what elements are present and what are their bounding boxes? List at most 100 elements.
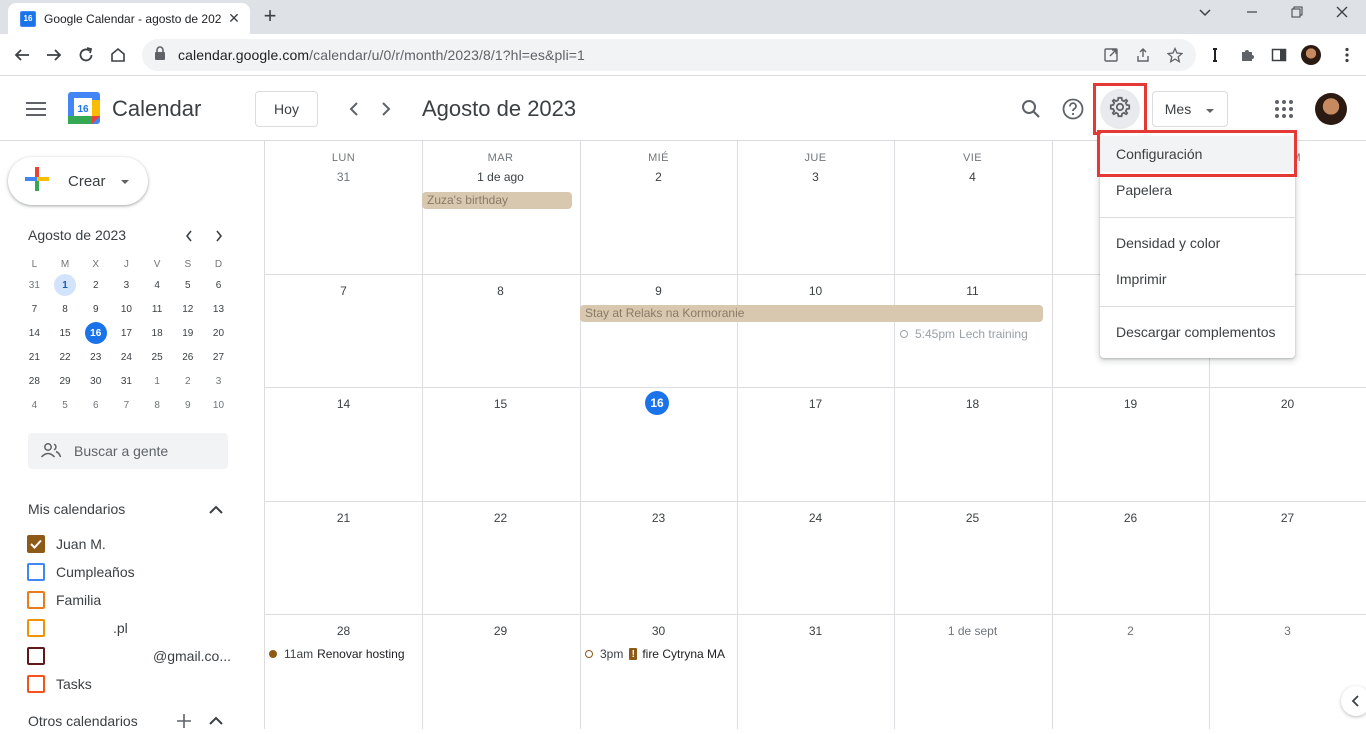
help-icon[interactable] bbox=[1061, 97, 1085, 121]
profile-avatar-icon[interactable] bbox=[1301, 45, 1321, 65]
event-zuza-birthday[interactable]: Zuza's birthday bbox=[422, 192, 572, 209]
mini-day[interactable]: 25 bbox=[142, 345, 173, 369]
calendar-logo[interactable]: 16 bbox=[68, 92, 100, 124]
day-number[interactable]: 10 bbox=[737, 284, 894, 298]
side-panel-icon[interactable] bbox=[1269, 45, 1289, 65]
calendar-item[interactable]: .pl bbox=[27, 617, 128, 639]
my-calendars-title[interactable]: Mis calendarios bbox=[28, 501, 125, 517]
main-menu-icon[interactable] bbox=[22, 97, 50, 121]
mini-day[interactable]: 27 bbox=[203, 345, 234, 369]
calendar-checkbox[interactable] bbox=[27, 675, 45, 693]
event-renovar-hosting[interactable]: 11am Renovar hosting bbox=[269, 645, 419, 663]
mini-day[interactable]: 5 bbox=[50, 393, 81, 417]
collapse-chevron-up-icon[interactable] bbox=[208, 713, 224, 729]
mini-day[interactable]: 2 bbox=[80, 273, 111, 297]
forward-icon[interactable] bbox=[41, 42, 67, 68]
day-number[interactable]: 11 bbox=[894, 284, 1051, 298]
extension-i-icon[interactable] bbox=[1205, 45, 1225, 65]
share-icon[interactable] bbox=[1134, 46, 1152, 64]
menu-item-imprimir[interactable]: Imprimir bbox=[1100, 261, 1295, 297]
back-icon[interactable] bbox=[9, 42, 35, 68]
minimize-icon[interactable] bbox=[1240, 4, 1264, 28]
close-tab-icon[interactable]: ✕ bbox=[226, 10, 242, 27]
day-number[interactable]: 3 bbox=[1209, 624, 1366, 638]
mini-day[interactable]: 8 bbox=[142, 393, 173, 417]
calendar-item[interactable]: Familia bbox=[27, 589, 101, 611]
mini-day[interactable]: 1 bbox=[142, 369, 173, 393]
mini-day[interactable]: 23 bbox=[80, 345, 111, 369]
day-number[interactable]: 8 bbox=[422, 284, 579, 298]
day-number[interactable]: 2 bbox=[1052, 624, 1209, 638]
event-relaks-stay[interactable]: Stay at Relaks na Kormoranie bbox=[580, 305, 1043, 322]
mini-day[interactable]: 4 bbox=[19, 393, 50, 417]
other-calendars-title[interactable]: Otros calendarios bbox=[28, 713, 138, 729]
mini-day[interactable]: 6 bbox=[80, 393, 111, 417]
day-number[interactable]: 18 bbox=[894, 397, 1051, 411]
day-number[interactable]: 1 de ago bbox=[422, 170, 579, 184]
mini-day[interactable]: 5 bbox=[172, 273, 203, 297]
account-avatar[interactable] bbox=[1315, 93, 1347, 125]
mini-previous-month-icon[interactable] bbox=[181, 228, 197, 244]
day-number[interactable]: 31 bbox=[265, 170, 422, 184]
mini-next-month-icon[interactable] bbox=[211, 228, 227, 244]
day-number[interactable]: 14 bbox=[265, 397, 422, 411]
day-number[interactable]: 26 bbox=[1052, 511, 1209, 525]
day-number[interactable]: 23 bbox=[580, 511, 737, 525]
calendar-checkbox[interactable] bbox=[27, 563, 45, 581]
day-number[interactable]: 30 bbox=[580, 624, 737, 638]
mini-day[interactable]: 11 bbox=[142, 297, 173, 321]
day-number[interactable]: 29 bbox=[422, 624, 579, 638]
day-number[interactable]: 20 bbox=[1209, 397, 1366, 411]
people-search-input[interactable]: Buscar a gente bbox=[28, 433, 228, 469]
mini-day[interactable]: 14 bbox=[19, 321, 50, 345]
search-icon[interactable] bbox=[1019, 97, 1043, 121]
menu-item-papelera[interactable]: Papelera bbox=[1100, 172, 1295, 208]
today-button[interactable]: Hoy bbox=[255, 91, 318, 127]
calendar-checkbox[interactable] bbox=[27, 647, 45, 665]
mini-day[interactable]: 24 bbox=[111, 345, 142, 369]
close-window-icon[interactable] bbox=[1330, 4, 1354, 28]
calendar-checkbox[interactable] bbox=[27, 619, 45, 637]
collapse-chevron-up-icon[interactable] bbox=[208, 502, 224, 518]
event-lech-training[interactable]: 5:45pm Lech training bbox=[900, 325, 1048, 343]
browser-menu-icon[interactable] bbox=[1337, 45, 1357, 65]
day-number[interactable]: 28 bbox=[265, 624, 422, 638]
mini-day[interactable]: 16 bbox=[80, 321, 111, 345]
menu-item-densidad-color[interactable]: Densidad y color bbox=[1100, 225, 1295, 261]
mini-day[interactable]: 26 bbox=[172, 345, 203, 369]
next-month-icon[interactable] bbox=[374, 97, 398, 121]
mini-day[interactable]: 31 bbox=[19, 273, 50, 297]
mini-day[interactable]: 7 bbox=[111, 393, 142, 417]
mini-day[interactable]: 9 bbox=[80, 297, 111, 321]
side-panel-toggle-icon[interactable] bbox=[1341, 686, 1366, 716]
omnibox[interactable]: calendar.google.com/calendar/u/0/r/month… bbox=[142, 39, 1196, 71]
day-number[interactable]: 22 bbox=[422, 511, 579, 525]
mini-day[interactable]: 10 bbox=[203, 393, 234, 417]
lock-icon[interactable] bbox=[154, 45, 166, 65]
settings-button[interactable] bbox=[1100, 89, 1140, 129]
day-number[interactable]: 25 bbox=[894, 511, 1051, 525]
mini-day[interactable]: 1 bbox=[50, 273, 81, 297]
add-calendar-plus-icon[interactable] bbox=[176, 713, 192, 729]
mini-day[interactable]: 18 bbox=[142, 321, 173, 345]
mini-day[interactable]: 10 bbox=[111, 297, 142, 321]
mini-day[interactable]: 30 bbox=[80, 369, 111, 393]
event-fire-cytryna[interactable]: 3pm ! fire Cytryna MA bbox=[585, 645, 725, 663]
day-number[interactable]: 3 bbox=[737, 170, 894, 184]
view-selector-button[interactable]: Mes bbox=[1152, 91, 1228, 127]
restore-icon[interactable] bbox=[1285, 4, 1309, 28]
open-in-app-icon[interactable] bbox=[1102, 46, 1120, 64]
mini-day[interactable]: 21 bbox=[19, 345, 50, 369]
day-number[interactable]: 15 bbox=[422, 397, 579, 411]
mini-day[interactable]: 8 bbox=[50, 297, 81, 321]
mini-day[interactable]: 2 bbox=[172, 369, 203, 393]
day-number[interactable]: 19 bbox=[1052, 397, 1209, 411]
day-number[interactable]: 27 bbox=[1209, 511, 1366, 525]
mini-day[interactable]: 22 bbox=[50, 345, 81, 369]
calendar-item[interactable]: Cumpleaños bbox=[27, 561, 135, 583]
day-number[interactable]: 2 bbox=[580, 170, 737, 184]
mini-day[interactable]: 28 bbox=[19, 369, 50, 393]
mini-day[interactable]: 12 bbox=[172, 297, 203, 321]
mini-day[interactable]: 7 bbox=[19, 297, 50, 321]
calendar-checkbox[interactable] bbox=[27, 535, 45, 553]
